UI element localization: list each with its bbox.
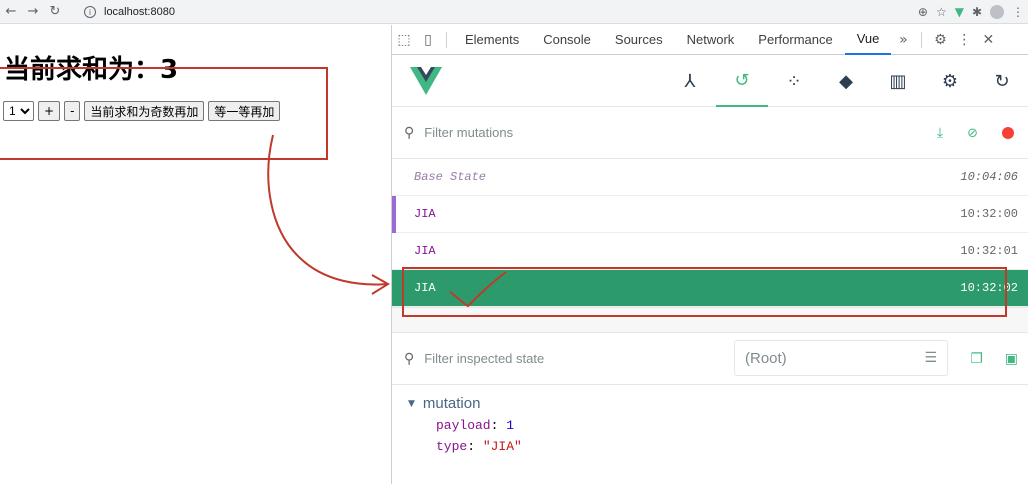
zoom-icon[interactable]: ⊕: [918, 5, 928, 19]
forward-icon[interactable]: →: [22, 1, 44, 23]
close-icon[interactable]: ✕: [976, 28, 1000, 52]
copy-icon[interactable]: ❐: [970, 351, 983, 367]
type-key: type: [436, 439, 468, 454]
annotation-box-right: [402, 267, 1007, 317]
toolbar-icons: ⊕ ☆ ▼ ✱ ⋮: [918, 2, 1024, 22]
root-select-value: (Root): [745, 349, 787, 367]
mutation-name: JIA: [414, 207, 436, 221]
tab-vue[interactable]: Vue: [844, 25, 892, 55]
mutations-filter-bar: ⚲ Filter mutations ⤓ ⊘: [392, 107, 1028, 159]
inspect-actions: ❐ ▣: [970, 333, 1018, 385]
reload-icon[interactable]: ↻: [44, 1, 66, 23]
divider: [446, 31, 447, 48]
search-icon: ⚲: [404, 350, 415, 367]
divider: [921, 31, 923, 48]
more-tabs-icon[interactable]: »: [891, 28, 915, 52]
devtools-tabbar: ⬚ ▯ Elements Console Sources Network Per…: [392, 25, 1028, 55]
devtools-panel: ⬚ ▯ Elements Console Sources Network Per…: [391, 25, 1028, 484]
mutation-list: Base State 10:04:06 JIA 10:32:00 JIA 10:…: [392, 159, 1028, 317]
tab-sources[interactable]: Sources: [603, 25, 675, 55]
type-entry: type: "JIA": [436, 439, 522, 454]
address-bar[interactable]: i localhost:8080: [76, 2, 940, 22]
tab-console[interactable]: Console: [531, 25, 603, 55]
mutation-time: 10:32:01: [960, 244, 1018, 258]
annotation-box-left: [0, 67, 328, 160]
bookmark-star-icon[interactable]: ☆: [936, 5, 947, 19]
vue-tool-tabs: ⅄ ↺ ⁘ ◆ ▥ ⚙ ↻: [664, 55, 1028, 107]
payload-value: 1: [506, 418, 515, 433]
vue-logo-icon: [410, 67, 442, 95]
avatar[interactable]: [990, 5, 1004, 19]
paste-icon[interactable]: ▣: [1005, 351, 1018, 367]
mutations-filter-input[interactable]: Filter mutations: [424, 125, 513, 140]
tree-node-mutation[interactable]: ▼ mutation: [408, 395, 1028, 412]
tab-elements[interactable]: Elements: [453, 25, 531, 55]
mutation-time: 10:32:00: [960, 207, 1018, 221]
payload-key: payload: [436, 418, 491, 433]
settings-gear-icon[interactable]: ⚙: [928, 28, 952, 52]
inspect-filter-input[interactable]: Filter inspected state: [424, 351, 544, 366]
payload-entry: payload: 1: [436, 418, 515, 433]
components-tree-icon[interactable]: ⅄: [664, 55, 716, 107]
search-icon: ⚲: [404, 124, 415, 141]
device-toggle-icon[interactable]: ▯: [416, 28, 440, 52]
tab-performance[interactable]: Performance: [746, 25, 844, 55]
refresh-icon[interactable]: ↻: [976, 55, 1028, 107]
list-item[interactable]: JIA 10:32:01: [392, 233, 1028, 270]
app-page: 当前求和为：3 1 + - 当前求和为奇数再加 等一等再加: [0, 25, 391, 484]
menu-kebab-icon[interactable]: ⋮: [1012, 5, 1024, 19]
state-tree: ▼ mutation payload: 1 type: "JIA": [392, 385, 1028, 454]
vue-devtools-extension-icon[interactable]: ▼: [955, 5, 964, 19]
list-item[interactable]: Base State 10:04:06: [392, 159, 1028, 196]
inspect-filter-bar: ⚲ Filter inspected state (Root) ☰ ❐ ▣: [392, 333, 1028, 385]
root-selector[interactable]: (Root) ☰: [734, 340, 948, 376]
vue-devtools-header: ⅄ ↺ ⁘ ◆ ▥ ⚙ ↻: [392, 55, 1028, 107]
mutation-time: 10:04:06: [960, 170, 1018, 184]
list-item[interactable]: JIA 10:32:00: [392, 196, 1028, 233]
vuex-history-icon[interactable]: ↺: [716, 55, 768, 107]
mutation-name: Base State: [414, 170, 487, 184]
router-icon[interactable]: ◆: [820, 55, 872, 107]
type-value: "JIA": [482, 439, 522, 454]
inspect-element-icon[interactable]: ⬚: [392, 28, 416, 52]
tree-node-label: mutation: [422, 395, 481, 412]
filter-lines-icon: ☰: [924, 350, 937, 366]
mutation-name: JIA: [414, 244, 436, 258]
settings-icon[interactable]: ⚙: [924, 55, 976, 107]
revert-all-icon[interactable]: ⊘: [967, 126, 978, 141]
events-icon[interactable]: ⁘: [768, 55, 820, 107]
site-info-icon[interactable]: i: [84, 6, 96, 18]
url-text: localhost:8080: [104, 6, 175, 18]
browser-toolbar: ← → ↻ i localhost:8080 ⊕ ☆ ▼ ✱ ⋮: [0, 0, 1028, 24]
caret-down-icon[interactable]: ▼: [408, 399, 415, 409]
record-icon[interactable]: [1002, 127, 1014, 139]
commit-all-icon[interactable]: ⤓: [937, 125, 943, 141]
tab-network[interactable]: Network: [675, 25, 747, 55]
mutation-actions: ⤓ ⊘: [937, 107, 1014, 159]
kebab-menu-icon[interactable]: ⋮: [952, 28, 976, 52]
extensions-puzzle-icon[interactable]: ✱: [972, 5, 982, 19]
performance-chart-icon[interactable]: ▥: [872, 55, 924, 107]
back-icon[interactable]: ←: [0, 1, 22, 23]
